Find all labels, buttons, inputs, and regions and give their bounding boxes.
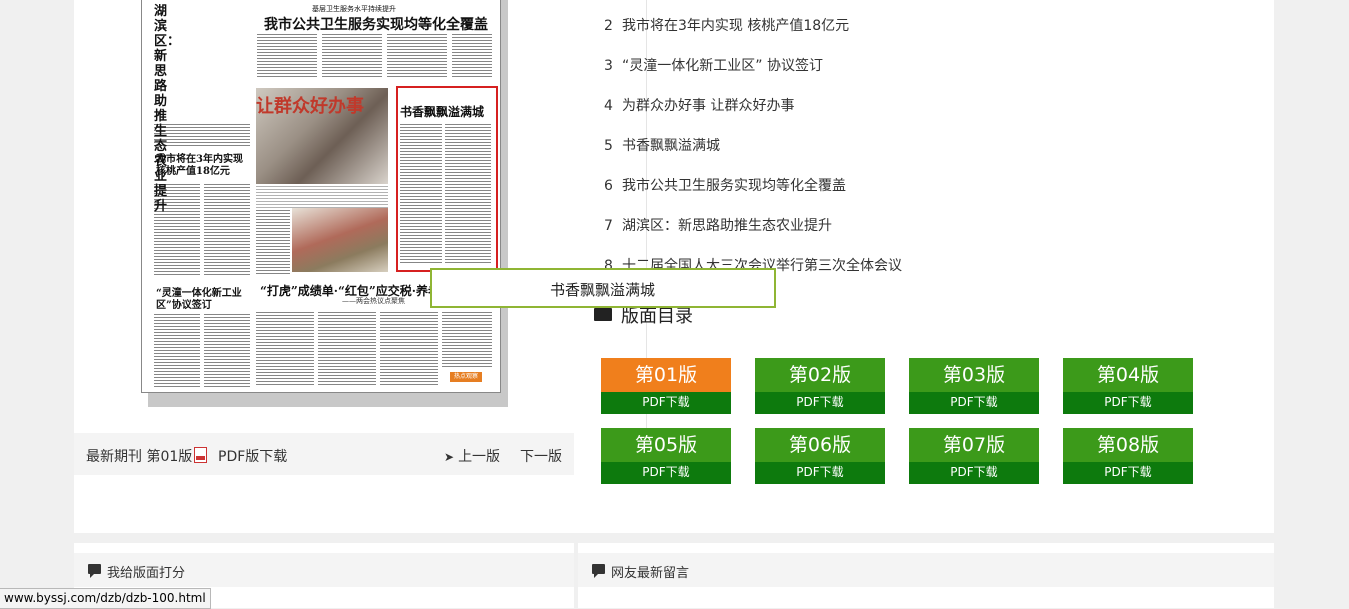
pdf-download-link[interactable]: PDF下载: [601, 462, 731, 484]
pdf-download-link[interactable]: PDF下载: [601, 392, 731, 414]
pdf-download-link[interactable]: PDF下载: [909, 392, 1039, 414]
edition-button-06[interactable]: 第06版 PDF下载: [755, 428, 885, 484]
article-tooltip: 书香飘飘溢满城: [430, 268, 776, 308]
comments-panel: 网友最新留言: [578, 543, 1274, 608]
pdf-download-link[interactable]: PDF版下载: [218, 446, 287, 466]
newspaper-page-image[interactable]: 湖滨区：新思路助推生态农业提升 基层卫生服务水平持续提升 我市公共卫生服务实现均…: [141, 0, 501, 393]
next-edition-link[interactable]: 下一版: [520, 446, 562, 466]
edition-button-03[interactable]: 第03版 PDF下载: [909, 358, 1039, 414]
article-link[interactable]: 4 为群众办好事 让群众好办事: [604, 95, 794, 115]
comments-header: 网友最新留言: [578, 553, 1274, 587]
main-headline[interactable]: 我市公共卫生服务实现均等化全覆盖: [264, 14, 488, 34]
prev-edition-link[interactable]: ➤ 上一版: [444, 446, 500, 466]
hotspot-tag: 热点观察: [450, 372, 482, 382]
rating-header: 我给版面打分: [74, 553, 574, 587]
comment-icon: [88, 564, 101, 578]
zone-headline: “灵潼一体化新工业区”协议签订: [156, 288, 242, 311]
latest-issue-label: 最新期刊 第01版: [86, 449, 193, 465]
newspaper-column: 湖滨区：新思路助推生态农业提升 基层卫生服务水平持续提升 我市公共卫生服务实现均…: [74, 0, 574, 533]
highlighted-article-headline: 书香飘飘溢满城: [400, 105, 485, 119]
main-kicker: 基层卫生服务水平持续提升: [312, 5, 396, 13]
article-link[interactable]: 7 湖滨区：新思路助推生态农业提升: [604, 215, 832, 235]
walnut-headline: 我市将在3年内实现核桃产值18亿元: [156, 154, 243, 177]
chevron-up-icon: ➤: [444, 450, 455, 464]
status-bar-url: www.byssj.com/dzb/dzb-100.html: [0, 588, 211, 609]
photo-banner-text: 让群众好办事: [256, 96, 364, 117]
pdf-icon[interactable]: [194, 447, 207, 463]
edition-button-02[interactable]: 第02版 PDF下载: [755, 358, 885, 414]
pdf-download-link[interactable]: PDF下载: [755, 462, 885, 484]
article-link[interactable]: 5 书香飘飘溢满城: [604, 135, 720, 155]
bottom-subline: ——两会热议点聚焦: [342, 297, 405, 305]
comment-icon: [592, 564, 605, 578]
edition-button-01[interactable]: 第01版 PDF下载: [601, 358, 731, 414]
folder-icon: [594, 308, 612, 321]
article-link[interactable]: 6 我市公共卫生服务实现均等化全覆盖: [604, 175, 846, 195]
article-link[interactable]: 3 “灵潼一体化新工业区” 协议签订: [604, 55, 823, 75]
pdf-download-link[interactable]: PDF下载: [1063, 392, 1193, 414]
edition-button-04[interactable]: 第04版 PDF下载: [1063, 358, 1193, 414]
pdf-download-link[interactable]: PDF下载: [909, 462, 1039, 484]
paper-toolbar: 最新期刊 第01版 PDF版下载 ➤ 上一版 下一版: [74, 433, 574, 475]
main-panel: 湖滨区：新思路助推生态农业提升 基层卫生服务水平持续提升 我市公共卫生服务实现均…: [74, 0, 1274, 533]
edition-button-08[interactable]: 第08版 PDF下载: [1063, 428, 1193, 484]
pdf-download-link[interactable]: PDF下载: [1063, 462, 1193, 484]
pdf-download-link[interactable]: PDF下载: [755, 392, 885, 414]
edition-button-07[interactable]: 第07版 PDF下载: [909, 428, 1039, 484]
edition-button-05[interactable]: 第05版 PDF下载: [601, 428, 731, 484]
article-link[interactable]: 2 我市将在3年内实现 核桃产值18亿元: [604, 15, 849, 35]
vertical-headline: 湖滨区：新思路助推生态农业提升: [154, 4, 181, 214]
